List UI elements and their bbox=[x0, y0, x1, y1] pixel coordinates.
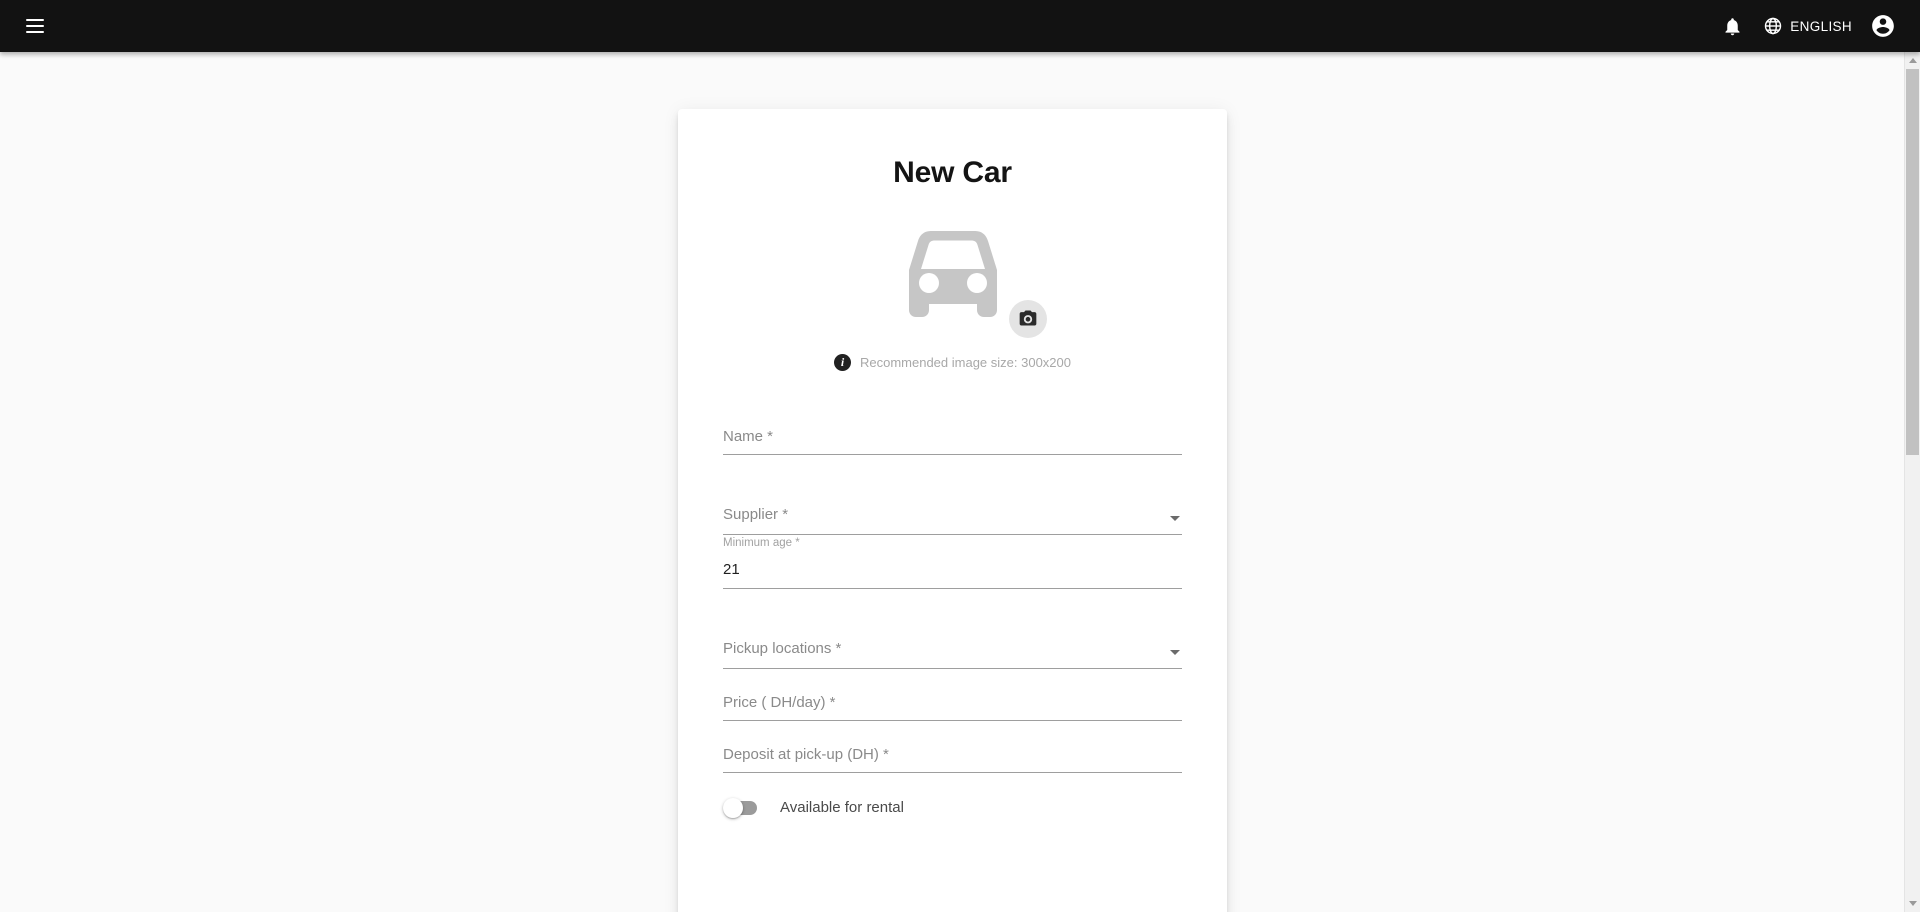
image-upload-block: i Recommended image size: 300x200 bbox=[723, 228, 1182, 371]
camera-icon bbox=[1018, 308, 1038, 331]
available-for-rental-toggle[interactable] bbox=[723, 797, 757, 818]
pickup-locations-field-label: Pickup locations * bbox=[723, 640, 842, 657]
appbar-left-group bbox=[0, 6, 55, 46]
name-field[interactable] bbox=[723, 403, 1182, 455]
info-icon: i bbox=[833, 354, 851, 371]
chevron-down-icon[interactable] bbox=[1170, 516, 1180, 521]
account-circle-icon bbox=[1870, 13, 1896, 39]
price-field[interactable] bbox=[723, 669, 1182, 721]
scroll-up-button[interactable] bbox=[1905, 52, 1920, 69]
bell-icon bbox=[1722, 16, 1743, 37]
vertical-scrollbar[interactable] bbox=[1904, 52, 1920, 912]
available-for-rental-row[interactable]: Available for rental bbox=[723, 797, 1182, 818]
scrollbar-thumb[interactable] bbox=[1906, 69, 1919, 455]
price-input[interactable] bbox=[723, 691, 1182, 713]
scroll-down-button[interactable] bbox=[1905, 895, 1920, 912]
appbar-right-group: ENGLISH bbox=[1712, 6, 1920, 46]
triangle-up-icon bbox=[1909, 58, 1917, 63]
minimum-age-field-underline bbox=[723, 588, 1182, 589]
pickup-locations-field[interactable]: Pickup locations * bbox=[723, 617, 1182, 669]
name-field-underline bbox=[723, 454, 1182, 455]
upload-photo-button[interactable] bbox=[1008, 300, 1047, 338]
supplier-field-label: Supplier * bbox=[723, 506, 789, 523]
car-front-icon bbox=[887, 226, 1019, 335]
language-label: ENGLISH bbox=[1790, 18, 1852, 34]
notifications-button[interactable] bbox=[1712, 6, 1752, 46]
language-button[interactable]: ENGLISH bbox=[1754, 8, 1861, 44]
deposit-field-underline bbox=[723, 772, 1182, 773]
new-car-form-card: New Car i Recommended image size: 300x20… bbox=[678, 109, 1227, 912]
minimum-age-input[interactable] bbox=[723, 558, 1182, 580]
page-scroll-area: New Car i Recommended image size: 300x20… bbox=[0, 52, 1920, 912]
triangle-down-icon bbox=[1909, 901, 1917, 906]
minimum-age-field[interactable]: Minimum age * bbox=[723, 535, 1182, 589]
hamburger-menu-icon bbox=[26, 19, 44, 33]
page-title: New Car bbox=[893, 156, 1012, 189]
top-app-bar: ENGLISH bbox=[0, 0, 1920, 52]
new-car-form: Supplier * Minimum age * Pickup location… bbox=[723, 403, 1182, 818]
chevron-down-icon[interactable] bbox=[1170, 650, 1180, 655]
image-size-hint: i Recommended image size: 300x200 bbox=[833, 354, 1071, 371]
available-for-rental-label: Available for rental bbox=[780, 799, 904, 816]
account-button[interactable] bbox=[1863, 6, 1903, 46]
car-image-placeholder[interactable] bbox=[887, 226, 1047, 338]
deposit-field[interactable] bbox=[723, 721, 1182, 773]
deposit-input[interactable] bbox=[723, 743, 1182, 765]
globe-icon bbox=[1763, 16, 1783, 36]
name-input[interactable] bbox=[723, 425, 1182, 447]
supplier-field[interactable]: Supplier * bbox=[723, 483, 1182, 535]
menu-button[interactable] bbox=[15, 6, 55, 46]
minimum-age-field-label: Minimum age * bbox=[723, 537, 800, 549]
image-size-hint-text: Recommended image size: 300x200 bbox=[859, 355, 1071, 370]
toggle-knob bbox=[723, 797, 743, 818]
